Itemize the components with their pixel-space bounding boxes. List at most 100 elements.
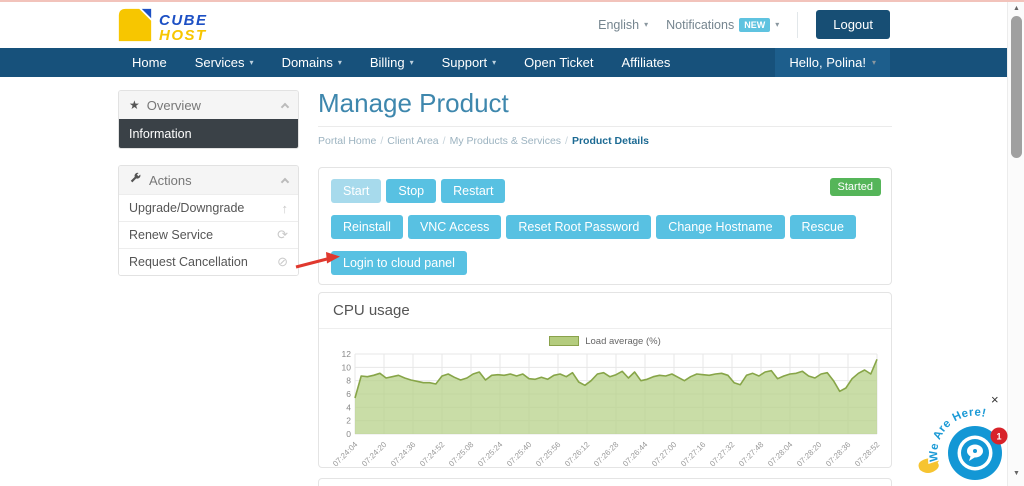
reset-root-password-button[interactable]: Reset Root Password: [506, 215, 651, 239]
notifications-label: Notifications: [666, 18, 734, 32]
main-nav: HomeServices▾Domains▾Billing▾Support▾Ope…: [0, 48, 1024, 77]
actions-list: Upgrade/Downgrade↑Renew Service⟳Request …: [119, 194, 298, 275]
svg-text:0: 0: [346, 429, 351, 439]
restart-button[interactable]: Restart: [441, 179, 505, 203]
status-badge: Started: [830, 178, 881, 196]
chart-legend: Load average (%): [319, 334, 891, 348]
scrollbar-thumb[interactable]: [1011, 16, 1022, 158]
action-label: Renew Service: [129, 228, 213, 242]
star-icon: ★: [129, 98, 140, 112]
overview-panel: ★ Overview Information: [118, 90, 299, 149]
legend-label: Load average (%): [585, 336, 661, 347]
nav-item-billing[interactable]: Billing▾: [356, 48, 428, 77]
svg-text:07:28:04: 07:28:04: [766, 440, 795, 469]
next-panel: [318, 478, 892, 486]
cpu-usage-panel: CPU usage Load average (%) 02468101207:2…: [318, 292, 892, 468]
nav-item-affiliates[interactable]: Affiliates: [608, 48, 685, 77]
legend-swatch: [549, 336, 579, 346]
brand-name: CUBE HOST: [159, 13, 208, 43]
overview-title: Overview: [147, 98, 201, 113]
svg-text:6: 6: [346, 389, 351, 399]
login-to-cloud-panel-button[interactable]: Login to cloud panel: [331, 251, 467, 275]
svg-text:07:25:24: 07:25:24: [476, 440, 505, 469]
nav-item-services[interactable]: Services▾: [181, 48, 268, 77]
rescue-button[interactable]: Rescue: [790, 215, 856, 239]
svg-text:07:26:12: 07:26:12: [563, 440, 592, 469]
new-badge: NEW: [739, 18, 770, 32]
server-controls-panel: Started StartStopRestart ReinstallVNC Ac…: [318, 167, 892, 285]
cpu-usage-chart: 02468101207:24:0407:24:2007:24:3607:24:5…: [333, 349, 885, 481]
header-divider: [797, 12, 798, 38]
svg-text:07:25:40: 07:25:40: [505, 440, 534, 469]
chevron-up-icon: [281, 102, 289, 110]
svg-text:07:27:00: 07:27:00: [650, 440, 679, 469]
svg-text:4: 4: [346, 402, 351, 412]
page: CUBE HOST English ▾ Notifications NEW ▾ …: [0, 0, 1024, 486]
actions-panel-header[interactable]: Actions: [119, 166, 298, 194]
nav-item-support[interactable]: Support▾: [428, 48, 511, 77]
svg-text:07:28:20: 07:28:20: [795, 440, 824, 469]
svg-text:07:24:20: 07:24:20: [360, 440, 389, 469]
annotation-arrow: [294, 250, 344, 272]
power-button-row: StartStopRestart: [331, 179, 879, 203]
chevron-up-icon: [281, 177, 289, 185]
svg-text:07:24:36: 07:24:36: [389, 440, 418, 469]
brand-name-bottom: HOST: [159, 28, 208, 43]
breadcrumb: Portal Home / Client Area / My Products & Se…: [318, 135, 892, 147]
user-menu[interactable]: Hello, Polina! ▾: [775, 48, 890, 77]
breadcrumb-my-products-services[interactable]: My Products & Services: [450, 135, 561, 147]
breadcrumb-separator: /: [443, 135, 446, 147]
brand-logo-icon: [118, 8, 152, 47]
svg-text:07:27:48: 07:27:48: [737, 440, 766, 469]
svg-text:07:25:56: 07:25:56: [534, 440, 563, 469]
stop-button[interactable]: Stop: [386, 179, 436, 203]
svg-text:07:27:32: 07:27:32: [708, 440, 737, 469]
breadcrumb-portal-home[interactable]: Portal Home: [318, 135, 376, 147]
top-header: CUBE HOST English ▾ Notifications NEW ▾ …: [0, 2, 1024, 48]
chevron-down-icon: ▾: [492, 58, 496, 67]
breadcrumb-client-area[interactable]: Client Area: [387, 135, 438, 147]
start-button[interactable]: Start: [331, 179, 381, 203]
wrench-icon: [129, 172, 142, 188]
reinstall-button[interactable]: Reinstall: [331, 215, 403, 239]
logout-button[interactable]: Logout: [816, 10, 890, 39]
svg-text:07:28:52: 07:28:52: [853, 440, 882, 469]
svg-text:07:26:44: 07:26:44: [621, 440, 650, 469]
main-content: Manage Product Portal Home / Client Area / M…: [318, 88, 892, 147]
scroll-up-arrow-icon[interactable]: ▲: [1008, 5, 1024, 12]
svg-text:1: 1: [996, 432, 1001, 442]
breadcrumb-separator: /: [565, 135, 568, 147]
brand-logo[interactable]: CUBE HOST: [118, 8, 208, 47]
chart-title: CPU usage: [319, 302, 891, 329]
vnc-access-button[interactable]: VNC Access: [408, 215, 501, 239]
language-selector[interactable]: English ▾: [598, 18, 648, 32]
nav-item-home[interactable]: Home: [118, 48, 181, 77]
page-title: Manage Product: [318, 88, 892, 127]
sidebar-item-renew-service[interactable]: Renew Service⟳: [119, 221, 298, 248]
nav-item-domains[interactable]: Domains▾: [268, 48, 356, 77]
user-greeting: Hello, Polina!: [789, 55, 866, 70]
svg-text:07:25:08: 07:25:08: [447, 440, 476, 469]
nav-items: HomeServices▾Domains▾Billing▾Support▾Ope…: [118, 48, 684, 77]
svg-text:07:28:36: 07:28:36: [824, 440, 853, 469]
notifications-menu[interactable]: Notifications NEW ▾: [666, 18, 779, 32]
sidebar-item-upgrade-downgrade[interactable]: Upgrade/Downgrade↑: [119, 194, 298, 221]
svg-text:8: 8: [346, 376, 351, 386]
action-label: Upgrade/Downgrade: [129, 201, 244, 215]
chevron-down-icon: ▾: [644, 20, 648, 29]
nav-item-open-ticket[interactable]: Open Ticket: [510, 48, 607, 77]
sidebar-item-information[interactable]: Information: [119, 119, 298, 148]
language-label: English: [598, 18, 639, 32]
chat-close-icon[interactable]: ×: [991, 392, 999, 407]
ban-icon: ⊘: [277, 254, 288, 270]
change-hostname-button[interactable]: Change Hostname: [656, 215, 784, 239]
svg-text:12: 12: [342, 349, 352, 359]
overview-panel-header[interactable]: ★ Overview: [119, 91, 298, 119]
breadcrumb-separator: /: [380, 135, 383, 147]
chat-widget[interactable]: We Are Here! 1: [916, 390, 1024, 486]
svg-text:2: 2: [346, 416, 351, 426]
svg-text:07:26:28: 07:26:28: [592, 440, 621, 469]
sidebar-item-request-cancellation[interactable]: Request Cancellation⊘: [119, 248, 298, 275]
svg-text:07:24:52: 07:24:52: [418, 440, 447, 469]
brand-name-top: CUBE: [159, 13, 208, 28]
